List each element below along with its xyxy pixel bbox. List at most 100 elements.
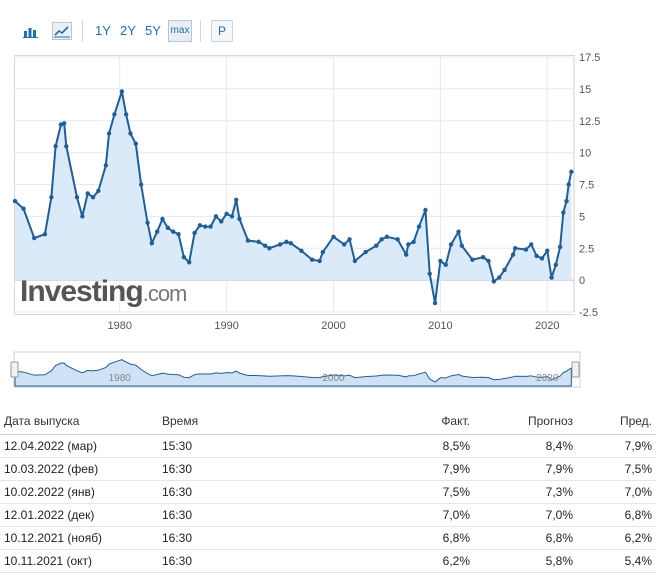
- navigator-label: 2020: [536, 373, 559, 384]
- table-row: 10.11.2021 (окт) 16:30 6,2% 5,8% 5,4%: [0, 549, 656, 573]
- data-point: [154, 229, 160, 234]
- data-point: [256, 239, 261, 245]
- data-point: [138, 182, 144, 187]
- row-previous: 6,2%: [577, 526, 656, 550]
- data-point: [284, 239, 289, 245]
- data-point: [403, 252, 409, 257]
- x-tick-label: 1990: [214, 320, 238, 332]
- data-point: [491, 279, 497, 284]
- data-point: [320, 249, 326, 255]
- data-point: [112, 112, 117, 117]
- row-actual: 7,5%: [306, 480, 474, 504]
- data-point: [74, 195, 80, 200]
- data-point: [262, 243, 268, 248]
- header-forecast: Прогноз: [474, 408, 577, 435]
- data-point: [363, 249, 368, 255]
- y-tick-label: 15: [579, 84, 591, 96]
- data-point: [32, 235, 37, 241]
- row-time: 16:30: [158, 526, 306, 550]
- data-point: [237, 216, 242, 222]
- data-point: [288, 240, 293, 246]
- data-point: [64, 144, 69, 149]
- data-point: [342, 242, 347, 247]
- data-point: [277, 242, 283, 247]
- row-time: 16:30: [158, 503, 306, 527]
- data-point: [53, 144, 58, 149]
- data-point: [309, 257, 315, 262]
- data-point: [374, 243, 379, 248]
- data-point: [229, 214, 235, 219]
- row-date: 10.12.2021 (нояб): [0, 526, 158, 550]
- data-point: [379, 237, 384, 242]
- row-time: 16:30: [158, 480, 306, 504]
- data-point: [90, 195, 96, 200]
- data-point: [529, 242, 534, 247]
- data-point: [197, 223, 203, 228]
- data-point: [553, 262, 559, 268]
- data-point: [502, 267, 507, 273]
- data-point: [539, 256, 545, 261]
- data-point: [438, 258, 443, 264]
- table-header-row: Дата выпуска Время Факт. Прогноз Пред.: [0, 408, 656, 435]
- row-actual: 7,9%: [306, 457, 474, 481]
- row-forecast: 7,3%: [474, 480, 577, 504]
- row-forecast: 7,9%: [474, 457, 577, 481]
- series-area: [15, 91, 572, 304]
- data-point: [459, 243, 464, 248]
- row-date: 10.02.2022 (янв): [0, 480, 158, 504]
- navigator-right-handle[interactable]: [571, 361, 580, 378]
- row-time: 16:30: [158, 457, 306, 481]
- y-tick-label: 10: [579, 148, 591, 160]
- x-tick-label: 2000: [321, 320, 345, 332]
- row-actual: 7,0%: [306, 503, 474, 527]
- data-point: [219, 219, 224, 224]
- x-tick-label: 1980: [108, 320, 132, 332]
- data-point: [534, 253, 539, 259]
- y-tick-label: 0: [579, 275, 585, 287]
- data-point: [192, 230, 197, 236]
- row-time: 16:30: [158, 549, 306, 573]
- release-table: Дата выпуска Время Факт. Прогноз Пред. 1…: [0, 408, 656, 573]
- data-point: [85, 191, 90, 196]
- table-row: 10.03.2022 (фев) 16:30 7,9% 7,9% 7,5%: [0, 457, 656, 481]
- data-point: [443, 262, 448, 268]
- data-point: [49, 195, 54, 200]
- y-tick-label: 2.5: [579, 243, 594, 255]
- investing-watermark: Investing.com: [20, 275, 188, 309]
- data-point: [299, 248, 304, 253]
- data-point: [545, 248, 550, 253]
- row-date: 10.11.2021 (окт): [0, 549, 158, 573]
- header-previous: Пред.: [577, 408, 656, 435]
- y-tick-label: 7.5: [579, 180, 594, 192]
- data-point: [513, 246, 518, 251]
- data-point: [106, 131, 112, 136]
- data-point: [331, 234, 336, 239]
- data-point: [203, 224, 208, 229]
- data-point: [160, 216, 165, 222]
- navigator-left-handle[interactable]: [10, 361, 19, 378]
- data-point: [234, 197, 239, 202]
- row-actual: 6,2%: [306, 549, 474, 573]
- row-actual: 6,8%: [306, 526, 474, 550]
- data-point: [145, 220, 150, 225]
- y-tick-label: 5: [579, 211, 585, 223]
- data-point: [384, 234, 390, 239]
- data-point: [149, 240, 155, 246]
- data-point: [61, 121, 67, 126]
- data-point: [224, 211, 229, 217]
- data-point: [187, 260, 192, 265]
- data-point: [165, 225, 171, 231]
- data-point: [176, 232, 181, 237]
- data-point: [480, 254, 486, 260]
- row-date: 12.04.2022 (мар): [0, 434, 158, 458]
- row-forecast: 5,8%: [474, 549, 577, 573]
- data-point: [496, 275, 502, 280]
- data-point: [103, 163, 109, 168]
- data-point: [432, 300, 438, 306]
- watermark-suffix: .com: [142, 281, 188, 306]
- table-row: 12.04.2022 (мар) 15:30 8,5% 8,4% 7,9%: [0, 434, 656, 458]
- table-row: 10.12.2021 (нояб) 16:30 6,8% 6,8% 6,2%: [0, 526, 656, 550]
- row-forecast: 6,8%: [474, 526, 577, 550]
- row-previous: 6,8%: [577, 503, 656, 527]
- row-date: 12.01.2022 (дек): [0, 503, 158, 527]
